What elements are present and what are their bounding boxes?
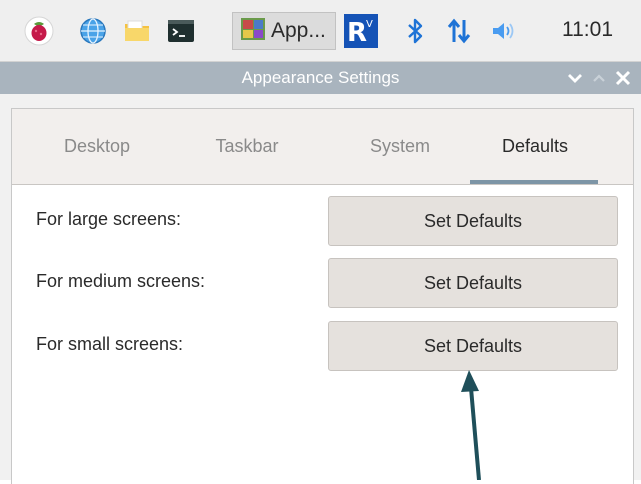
- appearance-settings-window: Desktop Taskbar System Defaults For larg…: [0, 94, 641, 484]
- tab-desktop[interactable]: Desktop: [32, 109, 162, 184]
- taskbar-app-label: App...: [271, 19, 326, 42]
- network-transfer-icon[interactable]: [444, 16, 474, 46]
- close-icon: [615, 70, 631, 86]
- window-titlebar[interactable]: Appearance Settings: [0, 62, 641, 94]
- tab-system[interactable]: System: [330, 109, 470, 184]
- tab-bar: Desktop Taskbar System Defaults: [12, 109, 633, 185]
- folder-files-icon[interactable]: [122, 16, 152, 46]
- chevron-up-icon: [593, 74, 605, 82]
- tab-taskbar[interactable]: Taskbar: [182, 109, 312, 184]
- taskbar-app-appearance-settings[interactable]: App...: [232, 12, 336, 50]
- maximize-button[interactable]: [588, 67, 610, 89]
- chevron-down-icon: [568, 74, 582, 83]
- volume-icon[interactable]: [488, 16, 518, 46]
- medium-screens-label: For medium screens:: [36, 271, 206, 291]
- set-defaults-small-button[interactable]: Set Defaults: [328, 321, 618, 371]
- svg-text:V: V: [366, 19, 373, 30]
- window-title: Appearance Settings: [241, 68, 400, 87]
- svg-text:R: R: [347, 18, 367, 48]
- terminal-icon[interactable]: [166, 16, 196, 46]
- large-screens-label: For large screens:: [36, 209, 182, 229]
- clock[interactable]: 11:01: [562, 18, 613, 42]
- bluetooth-icon[interactable]: [400, 16, 430, 46]
- globe-browser-icon[interactable]: [78, 16, 108, 46]
- set-defaults-medium-button[interactable]: Set Defaults: [328, 258, 618, 308]
- taskbar: App... R V 11:01: [0, 0, 641, 62]
- settings-notebook: Desktop Taskbar System Defaults For larg…: [11, 108, 634, 484]
- active-tab-indicator: [470, 180, 598, 184]
- close-button[interactable]: [612, 67, 634, 89]
- vnc-icon[interactable]: R V: [344, 14, 378, 48]
- appearance-settings-icon: [239, 15, 267, 48]
- set-defaults-large-button[interactable]: Set Defaults: [328, 196, 618, 246]
- tab-defaults[interactable]: Defaults: [470, 109, 600, 184]
- small-screens-label: For small screens:: [36, 334, 184, 354]
- minimize-button[interactable]: [564, 67, 586, 89]
- raspberry-menu-icon[interactable]: [24, 16, 54, 46]
